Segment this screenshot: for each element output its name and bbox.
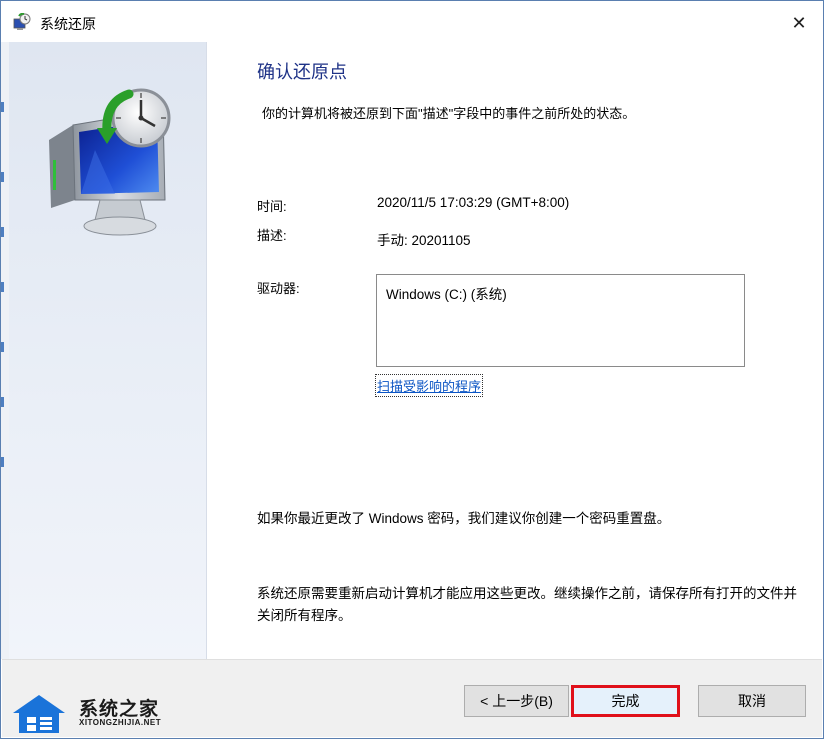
drive-list[interactable]: Windows (C:) (系统) xyxy=(376,274,745,367)
description-value: 手动: 20201105 xyxy=(377,233,471,248)
time-value: 2020/11/5 17:03:29 (GMT+8:00) xyxy=(377,195,570,210)
system-restore-window: 系统还原 ✕ 确认还原点 你的计算机将被还原到下面"描述"字段中的事件之前所处的… xyxy=(0,0,824,739)
background-window-edge xyxy=(1,42,9,659)
finish-button[interactable]: 完成 xyxy=(571,685,680,717)
close-button[interactable]: ✕ xyxy=(782,8,816,38)
drive-list-item[interactable]: Windows (C:) (系统) xyxy=(386,283,507,303)
page-subtitle: 你的计算机将被还原到下面"描述"字段中的事件之前所处的状态。 xyxy=(262,106,636,121)
watermark-subtitle: XITONGZHIJIA.NET xyxy=(79,718,162,727)
cancel-button[interactable]: 取消 xyxy=(698,685,806,717)
left-banner-panel xyxy=(9,42,207,659)
scan-affected-programs-link[interactable]: 扫描受影响的程序 xyxy=(374,374,484,397)
house-logo-icon xyxy=(13,695,65,733)
description-label: 描述: xyxy=(257,228,287,243)
monitor-clock-restore-icon xyxy=(49,88,171,236)
back-button[interactable]: < 上一步(B) xyxy=(464,685,569,717)
window-title: 系统还原 xyxy=(40,16,96,32)
watermark-title: 系统之家 xyxy=(79,699,160,720)
close-icon: ✕ xyxy=(791,12,807,33)
password-reset-note: 如果你最近更改了 Windows 密码，我们建议你创建一个密码重置盘。 xyxy=(257,511,671,526)
title-bar: 系统还原 ✕ xyxy=(2,2,822,42)
drive-label: 驱动器: xyxy=(257,281,300,296)
site-watermark: 系统之家 XITONGZHIJIA.NET xyxy=(9,689,169,740)
restart-warning-note: 系统还原需要重新启动计算机才能应用这些更改。继续操作之前，请保存所有打开的文件并… xyxy=(257,586,797,623)
time-label: 时间: xyxy=(257,199,287,214)
system-restore-icon xyxy=(13,13,31,30)
page-heading: 确认还原点 xyxy=(257,62,347,82)
